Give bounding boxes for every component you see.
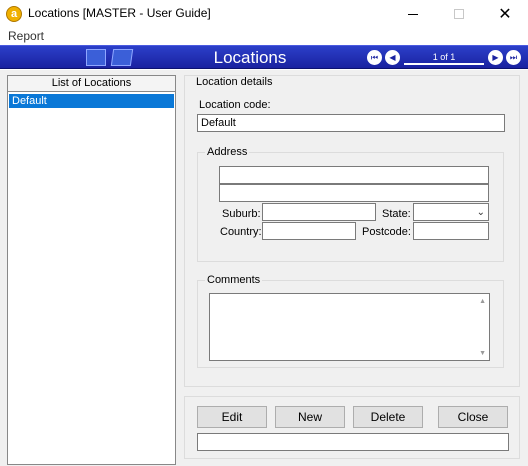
list-header: List of Locations <box>8 76 175 92</box>
close-icon: ✕ <box>498 6 512 23</box>
previous-icon: ◀ <box>389 53 396 62</box>
maximize-button[interactable] <box>436 0 482 28</box>
chevron-down-icon: ⌄ <box>476 207 485 218</box>
comments-field[interactable]: ▲ ▼ <box>209 293 490 361</box>
suburb-label: Suburb: <box>222 208 261 220</box>
scroll-down-icon[interactable]: ▼ <box>479 350 486 357</box>
next-icon: ▶ <box>492 53 499 62</box>
menu-report[interactable]: Report <box>8 29 44 43</box>
edit-button[interactable]: Edit <box>197 406 267 428</box>
country-field[interactable] <box>262 222 356 240</box>
country-label: Country: <box>220 226 262 238</box>
minimize-icon <box>408 13 418 15</box>
first-record-button[interactable]: ⏮ <box>367 50 382 65</box>
delete-button[interactable]: Delete <box>353 406 423 428</box>
next-record-button[interactable]: ▶ <box>488 50 503 65</box>
last-icon: ⏭ <box>509 53 518 62</box>
location-code-label: Location code: <box>199 99 271 111</box>
scroll-up-icon[interactable]: ▲ <box>479 298 486 305</box>
first-icon: ⏮ <box>370 53 379 62</box>
postcode-field[interactable] <box>413 222 489 240</box>
postcode-label: Postcode: <box>362 226 411 238</box>
status-field <box>197 433 509 451</box>
previous-record-button[interactable]: ◀ <box>385 50 400 65</box>
maximize-icon <box>454 9 464 19</box>
state-dropdown[interactable]: ⌄ <box>413 203 489 221</box>
title-bar: a Locations [MASTER - User Guide] ✕ <box>0 0 528 28</box>
locations-list: List of Locations Default <box>7 75 176 465</box>
address-line1-field[interactable] <box>219 166 489 184</box>
window-title: Locations [MASTER - User Guide] <box>28 6 211 20</box>
page-indicator-underline <box>404 63 484 65</box>
location-code-field[interactable]: Default <box>197 114 505 132</box>
state-label: State: <box>382 208 411 220</box>
new-button[interactable]: New <box>275 406 345 428</box>
app-logo-icon: a <box>6 6 22 22</box>
close-window-button[interactable]: ✕ <box>482 0 528 28</box>
page-indicator: 1 of 1 <box>432 52 456 62</box>
location-details-label: Location details <box>194 76 275 88</box>
suburb-field[interactable] <box>262 203 376 221</box>
list-item[interactable]: Default <box>9 94 174 108</box>
comments-label: Comments <box>205 274 263 286</box>
minimize-button[interactable] <box>390 0 436 28</box>
header-bar: Locations ⏮ ◀ 1 of 1 ▶ ⏭ <box>0 45 528 69</box>
menu-bar: Report <box>0 28 528 44</box>
address-label: Address <box>205 146 250 158</box>
address-line2-field[interactable] <box>219 184 489 202</box>
close-button[interactable]: Close <box>438 406 508 428</box>
last-record-button[interactable]: ⏭ <box>506 50 521 65</box>
